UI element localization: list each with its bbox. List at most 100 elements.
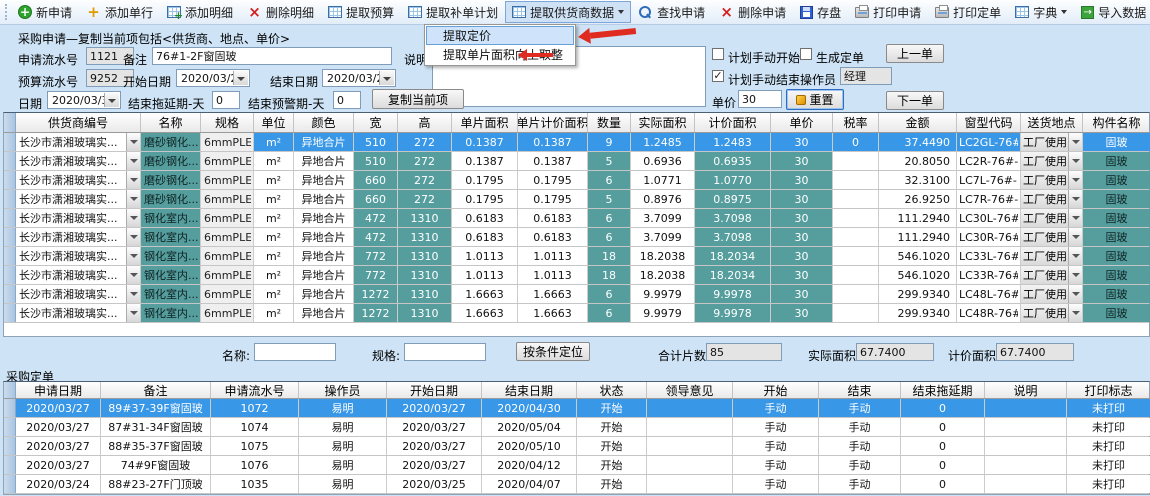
column-header[interactable]: 说明: [985, 382, 1067, 398]
add-single-row-button[interactable]: 添加单行: [79, 1, 160, 23]
column-header[interactable]: 开始: [733, 382, 819, 398]
delay-field[interactable]: [212, 91, 240, 109]
filter-name-field[interactable]: [254, 343, 336, 361]
table-row[interactable]: 2020/03/2788#35-37F窗固玻1075易明2020/03/2720…: [4, 437, 1149, 456]
dropdown-arrow-icon[interactable]: [126, 266, 140, 284]
print-application-button[interactable]: 打印申请: [848, 1, 928, 23]
dropdown-arrow-icon[interactable]: [1068, 266, 1082, 284]
column-header[interactable]: 供货商编号: [16, 113, 141, 132]
table-row[interactable]: 长沙市潇湘玻璃实...磨砂钢化...6mmPLE...m²异地合片6602720…: [4, 190, 1149, 209]
dropdown-arrow-icon[interactable]: [126, 209, 140, 227]
column-header[interactable]: 结束拖延期: [901, 382, 985, 398]
column-header[interactable]: 状态: [577, 382, 647, 398]
new-application-button[interactable]: 新申请: [11, 1, 79, 23]
dropdown-arrow-icon[interactable]: [1068, 304, 1082, 322]
dropdown-arrow-icon[interactable]: [1068, 152, 1082, 170]
column-header[interactable]: 申请日期: [16, 382, 101, 398]
column-header[interactable]: 打印标志: [1067, 382, 1150, 398]
copy-current-button[interactable]: 复制当前项: [372, 89, 464, 109]
table-row[interactable]: 长沙市潇湘玻璃实...磨砂钢化...6mmPLE...m²异地合片6602720…: [4, 171, 1149, 190]
table-row[interactable]: 长沙市潇湘玻璃实...钢化室内...6mmPLE...m²异地合片4721310…: [4, 228, 1149, 247]
dropdown-arrow-icon[interactable]: [126, 304, 140, 322]
table-row[interactable]: 长沙市潇湘玻璃实...磨砂钢化...6mmPLE...m²异地合片5102720…: [4, 152, 1149, 171]
column-header[interactable]: 单片计价面积: [518, 113, 588, 132]
column-header[interactable]: 名称: [141, 113, 201, 132]
warn-field[interactable]: [333, 91, 361, 109]
extract-supplement-plan-button[interactable]: 提取补单计划: [401, 1, 505, 23]
operator-field[interactable]: [840, 67, 892, 85]
dropdown-arrow-icon[interactable]: [126, 190, 140, 208]
dropdown-arrow-icon[interactable]: [126, 228, 140, 246]
column-header[interactable]: 结束日期: [482, 382, 577, 398]
column-header[interactable]: 结束: [819, 382, 901, 398]
toolbar-grip[interactable]: [5, 4, 7, 20]
column-header[interactable]: 操作员: [299, 382, 387, 398]
column-header[interactable]: 开始日期: [387, 382, 482, 398]
column-header[interactable]: 宽: [354, 113, 398, 132]
column-header[interactable]: 单价: [771, 113, 833, 132]
start-date-combo[interactable]: 2020/03/21: [176, 69, 250, 87]
column-header[interactable]: 金额: [879, 113, 957, 132]
dropdown-arrow-icon[interactable]: [1068, 133, 1082, 151]
filter-spec-field[interactable]: [404, 343, 486, 361]
column-header[interactable]: 计价面积: [695, 113, 771, 132]
extract-supplier-data-button[interactable]: 提取供货商数据: [505, 1, 631, 23]
dropdown-arrow-icon[interactable]: [126, 171, 140, 189]
remark-field[interactable]: [152, 47, 392, 65]
end-date-combo[interactable]: 2020/03/28: [322, 69, 396, 87]
table-row[interactable]: 长沙市潇湘玻璃实...磨砂钢化...6mmPLE...m²异地合片5102720…: [4, 133, 1149, 152]
billing-area-field[interactable]: [996, 343, 1074, 361]
dictionary-button[interactable]: 字典: [1008, 1, 1074, 23]
add-detail-button[interactable]: 添加明细: [160, 1, 240, 23]
column-header[interactable]: 单位: [254, 113, 294, 132]
generate-order-checkbox[interactable]: [800, 48, 812, 60]
column-header[interactable]: 规格: [201, 113, 254, 132]
dropdown-arrow-icon[interactable]: [1068, 228, 1082, 246]
plan-manual-end-checkbox[interactable]: [712, 70, 724, 82]
table-row[interactable]: 2020/03/2787#31-34F窗固玻1074易明2020/03/2720…: [4, 418, 1149, 437]
column-header[interactable]: 数量: [588, 113, 631, 132]
menu-item[interactable]: 提取定价: [426, 26, 574, 45]
column-header[interactable]: 申请流水号: [211, 382, 299, 398]
column-header[interactable]: 实际面积: [631, 113, 695, 132]
table-row[interactable]: 长沙市潇湘玻璃实...钢化室内...6mmPLE...m²异地合片7721310…: [4, 247, 1149, 266]
table-row[interactable]: 长沙市潇湘玻璃实...钢化室内...6mmPLE...m²异地合片1272131…: [4, 304, 1149, 323]
table-row[interactable]: 2020/03/2789#37-39F窗固玻1072易明2020/03/2720…: [4, 399, 1149, 418]
dropdown-arrow-icon[interactable]: [126, 152, 140, 170]
dropdown-arrow-icon[interactable]: [126, 133, 140, 151]
table-row[interactable]: 2020/03/2774#9F窗固玻1076易明2020/03/272020/0…: [4, 456, 1149, 475]
actual-area-field[interactable]: [856, 343, 934, 361]
reset-button[interactable]: 重置: [786, 89, 844, 110]
dropdown-arrow-icon[interactable]: [126, 247, 140, 265]
table-row[interactable]: 2020/03/2488#23-27F门顶玻1035易明2020/03/2520…: [4, 475, 1149, 494]
column-header[interactable]: 高: [398, 113, 452, 132]
column-header[interactable]: 单片面积: [452, 113, 518, 132]
next-order-button[interactable]: 下一单: [886, 91, 944, 110]
table-row[interactable]: 长沙市潇湘玻璃实...钢化室内...6mmPLE...m²异地合片4721310…: [4, 209, 1149, 228]
column-header[interactable]: 备注: [101, 382, 211, 398]
dropdown-arrow-icon[interactable]: [126, 285, 140, 303]
column-header[interactable]: 窗型代码: [957, 113, 1021, 132]
delete-detail-button[interactable]: 删除明细: [240, 1, 321, 23]
column-header[interactable]: 颜色: [294, 113, 354, 132]
prev-order-button[interactable]: 上一单: [886, 44, 944, 63]
unit-price-field[interactable]: [738, 90, 782, 108]
dropdown-arrow-icon[interactable]: [1068, 190, 1082, 208]
delete-application-button[interactable]: 删除申请: [712, 1, 793, 23]
total-pieces-field[interactable]: [706, 343, 782, 361]
save-button[interactable]: 存盘: [793, 1, 848, 23]
find-application-button[interactable]: 查找申请: [631, 1, 712, 23]
table-row[interactable]: 长沙市潇湘玻璃实...钢化室内...6mmPLE...m²异地合片1272131…: [4, 285, 1149, 304]
date-combo[interactable]: 2020/03/31: [47, 91, 121, 109]
column-header[interactable]: 构件名称: [1083, 113, 1150, 132]
column-header[interactable]: 税率: [833, 113, 879, 132]
print-order-button[interactable]: 打印定单: [928, 1, 1008, 23]
column-header[interactable]: 领导意见: [647, 382, 733, 398]
table-row[interactable]: 长沙市潇湘玻璃实...钢化室内...6mmPLE...m²异地合片7721310…: [4, 266, 1149, 285]
plan-manual-start-checkbox[interactable]: [712, 48, 724, 60]
column-header[interactable]: 送货地点: [1021, 113, 1083, 132]
dropdown-arrow-icon[interactable]: [1068, 285, 1082, 303]
dropdown-arrow-icon[interactable]: [1068, 171, 1082, 189]
import-data-button[interactable]: 导入数据: [1074, 1, 1150, 23]
dropdown-arrow-icon[interactable]: [1068, 209, 1082, 227]
